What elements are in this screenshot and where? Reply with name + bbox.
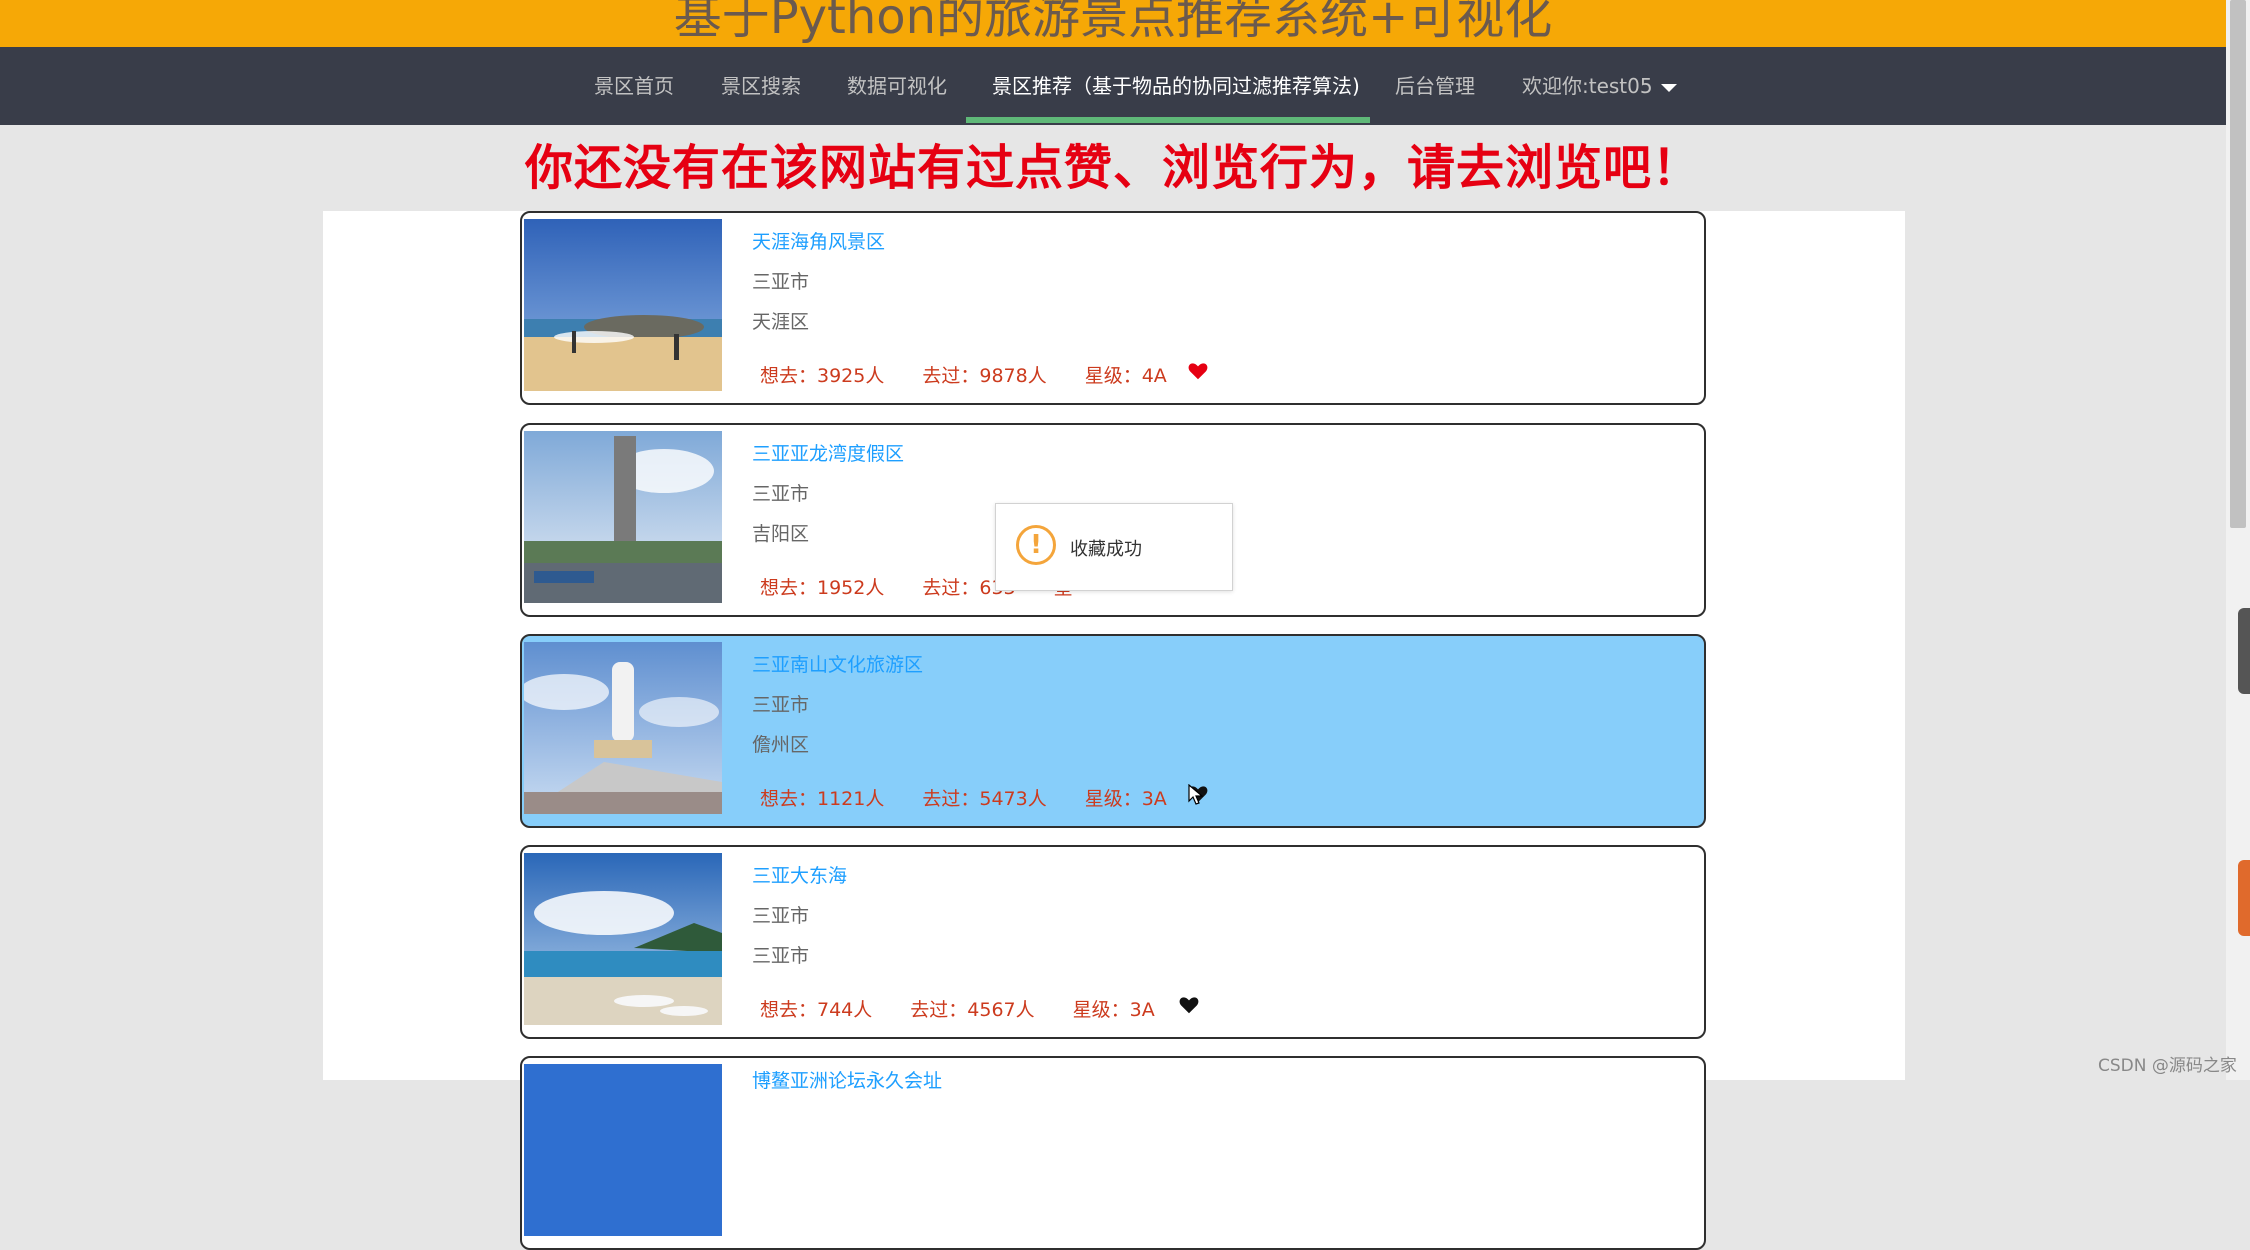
scenic-name[interactable]: 三亚大东海 xyxy=(752,861,847,888)
visited-count: 去过：5473人 xyxy=(922,788,1047,810)
scenic-city: 三亚市 xyxy=(752,905,810,927)
want-count: 想去：3925人 xyxy=(760,365,885,387)
nav-search[interactable]: 景区搜索 xyxy=(721,47,801,125)
scenic-card[interactable]: 三亚南山文化旅游区 三亚市 儋州区 想去：1121人 去过：5473人 星级：3A xyxy=(520,634,1706,828)
toast-message: ! 收藏成功 xyxy=(995,503,1233,591)
active-tab-indicator xyxy=(966,117,1370,123)
user-menu[interactable]: 欢迎你:test05 xyxy=(1522,47,1677,125)
scenic-photo-statue[interactable] xyxy=(524,431,722,603)
scrollbar-thumb[interactable] xyxy=(2230,0,2246,528)
watermark: CSDN @源码之家 xyxy=(2098,1056,2237,1076)
star-level: 星级：4A xyxy=(1084,365,1167,387)
scenic-city: 三亚市 xyxy=(752,483,810,505)
scenic-photo-guanyin[interactable] xyxy=(524,642,722,814)
scenic-city: 三亚市 xyxy=(752,271,810,293)
scenic-district: 吉阳区 xyxy=(752,523,810,545)
scenic-stats: 想去：3925人 去过：9878人 星级：4A xyxy=(760,361,1205,388)
nav-recommend[interactable]: 景区推荐（基于物品的协同过滤推荐算法) xyxy=(992,47,1360,125)
nav-visualization[interactable]: 数据可视化 xyxy=(847,47,947,125)
visited-count: 去过：4567人 xyxy=(910,999,1035,1021)
main-nav: 景区首页 景区搜索 数据可视化 景区推荐（基于物品的协同过滤推荐算法) 后台管理… xyxy=(0,47,2226,125)
scenic-stats: 想去：1121人 去过：5473人 星级：3A xyxy=(760,784,1205,811)
scenic-city: 三亚市 xyxy=(752,694,810,716)
want-count: 想去：744人 xyxy=(760,999,873,1021)
side-widget-handle[interactable] xyxy=(2238,608,2250,694)
scenic-name[interactable]: 三亚亚龙湾度假区 xyxy=(752,439,904,466)
star-level: 星级：3A xyxy=(1072,999,1155,1021)
mouse-cursor-icon xyxy=(1188,784,1204,805)
scenic-district: 儋州区 xyxy=(752,734,810,756)
scenic-name[interactable]: 天涯海角风景区 xyxy=(752,227,885,254)
scenic-photo-beach[interactable] xyxy=(524,219,722,391)
warning-icon: ! xyxy=(1016,525,1056,565)
side-widget-handle[interactable] xyxy=(2238,860,2250,936)
nav-admin[interactable]: 后台管理 xyxy=(1395,47,1475,125)
scenic-stats: 想去：744人 去过：4567人 星级：3A xyxy=(760,995,1193,1022)
scenic-card[interactable]: 天涯海角风景区 三亚市 天涯区 想去：3925人 去过：9878人 星级：4A xyxy=(520,211,1706,405)
scenic-district: 天涯区 xyxy=(752,311,810,333)
scenic-card[interactable]: 三亚大东海 三亚市 三亚市 想去：744人 去过：4567人 星级：3A xyxy=(520,845,1706,1039)
scenic-name[interactable]: 三亚南山文化旅游区 xyxy=(752,650,923,677)
scenic-district: 三亚市 xyxy=(752,945,810,967)
site-title: 基于Python的旅游景点推荐系统+可视化 xyxy=(673,0,1553,45)
star-level: 星级：3A xyxy=(1084,788,1167,810)
want-count: 想去：1121人 xyxy=(760,788,885,810)
scenic-card[interactable]: 博鳌亚洲论坛永久会址 xyxy=(520,1056,1706,1250)
site-header: 基于Python的旅游景点推荐系统+可视化 xyxy=(0,0,2226,47)
scenic-photo-boao[interactable] xyxy=(524,1064,722,1236)
no-history-notice: 你还没有在该网站有过点赞、浏览行为，请去浏览吧！ xyxy=(524,140,1701,196)
caret-down-icon xyxy=(1660,83,1677,92)
heart-icon[interactable] xyxy=(1178,994,1200,1016)
toast-text: 收藏成功 xyxy=(1070,539,1142,560)
nav-home[interactable]: 景区首页 xyxy=(594,47,674,125)
heart-icon[interactable] xyxy=(1187,360,1209,382)
scenic-photo-dadonghai[interactable] xyxy=(524,853,722,1025)
want-count: 想去：1952人 xyxy=(760,577,885,599)
user-menu-label: 欢迎你:test05 xyxy=(1522,74,1653,98)
visited-count: 去过：9878人 xyxy=(922,365,1047,387)
